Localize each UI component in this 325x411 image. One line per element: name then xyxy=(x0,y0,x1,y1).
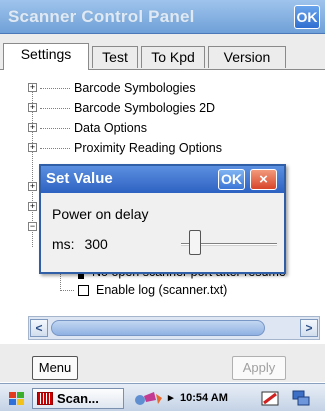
tree-item-label: Barcode Symbologies 2D xyxy=(74,101,216,115)
tree-connector xyxy=(40,88,70,89)
windows-flag-icon xyxy=(9,392,24,405)
apply-button[interactable]: Apply xyxy=(232,356,286,380)
expand-icon[interactable]: + xyxy=(28,202,37,211)
tree-item-proximity-reading-options[interactable]: + Proximity Reading Options xyxy=(28,139,318,157)
windows-switcher-icon[interactable] xyxy=(290,388,312,409)
expand-icon[interactable]: + xyxy=(28,143,37,152)
dialog-title-bar: Set Value OK × xyxy=(41,166,284,193)
window-title: Scanner Control Panel xyxy=(8,7,195,26)
tab-test[interactable]: Test xyxy=(92,46,138,68)
taskbar-app-scanner[interactable]: Scan... xyxy=(32,388,124,409)
tree-connector xyxy=(60,290,74,291)
scanner-app-icon xyxy=(37,392,53,405)
tree-item-data-options[interactable]: + Data Options xyxy=(28,119,318,137)
expand-icon[interactable]: + xyxy=(28,182,37,191)
tree-item-label: Enable log (scanner.txt) xyxy=(96,283,228,297)
tree-item-label: Data Options xyxy=(74,121,147,135)
pen-input-icon[interactable] xyxy=(260,388,282,409)
tree-item-label: Barcode Symbologies xyxy=(74,81,196,95)
tree-connector xyxy=(40,148,70,149)
menu-button[interactable]: Menu xyxy=(32,356,78,380)
collapse-icon[interactable]: − xyxy=(28,222,37,231)
tab-settings[interactable]: Settings xyxy=(3,43,89,70)
tree-item-enable-log[interactable]: Enable log (scanner.txt) xyxy=(60,281,320,299)
tree-item-label: Proximity Reading Options xyxy=(74,141,222,155)
system-tray: ▸ 10:54 AM xyxy=(132,388,320,409)
tab-version[interactable]: Version xyxy=(208,46,286,68)
expand-icon[interactable]: + xyxy=(28,103,37,112)
value-readout: ms: 300 xyxy=(52,236,108,252)
expand-icon[interactable]: + xyxy=(28,123,37,132)
value-text: 300 xyxy=(84,236,108,252)
scroll-left-arrow-icon[interactable]: < xyxy=(30,319,48,337)
title-bar: Scanner Control Panel OK xyxy=(0,0,325,34)
dialog-ok-button[interactable]: OK xyxy=(218,169,245,190)
start-button[interactable] xyxy=(6,388,28,409)
tree-item-barcode-symbologies-2d[interactable]: + Barcode Symbologies 2D xyxy=(28,99,318,117)
scroll-right-arrow-icon[interactable]: > xyxy=(300,319,318,337)
ms-label: ms: xyxy=(52,236,75,252)
network-icon[interactable] xyxy=(132,388,168,409)
dialog-close-icon[interactable]: × xyxy=(250,169,277,190)
taskbar: Scan... ▸ 10:54 AM xyxy=(0,383,325,411)
tab-strip: Settings Test To Kpd Version xyxy=(0,34,325,70)
window-ok-button[interactable]: OK xyxy=(294,5,320,29)
scrollbar-thumb[interactable] xyxy=(51,320,265,336)
tray-expand-icon[interactable]: ▸ xyxy=(168,388,174,409)
expand-icon[interactable]: + xyxy=(28,83,37,92)
tree-item-barcode-symbologies[interactable]: + Barcode Symbologies xyxy=(28,79,318,97)
tree-connector xyxy=(40,108,70,109)
horizontal-scrollbar[interactable]: < > xyxy=(28,316,320,340)
button-bar: Menu Apply xyxy=(0,344,325,382)
tree-connector xyxy=(40,128,70,129)
clock[interactable]: 10:54 AM xyxy=(180,388,228,409)
set-value-dialog: Set Value OK × Power on delay ms: 300 xyxy=(39,164,286,274)
enable-log-checkbox[interactable] xyxy=(78,285,89,296)
delay-slider-thumb[interactable] xyxy=(189,230,201,255)
setting-label: Power on delay xyxy=(52,206,149,222)
tab-to-kpd[interactable]: To Kpd xyxy=(141,46,205,68)
dialog-title: Set Value xyxy=(46,170,113,187)
taskbar-app-label: Scan... xyxy=(57,391,99,406)
